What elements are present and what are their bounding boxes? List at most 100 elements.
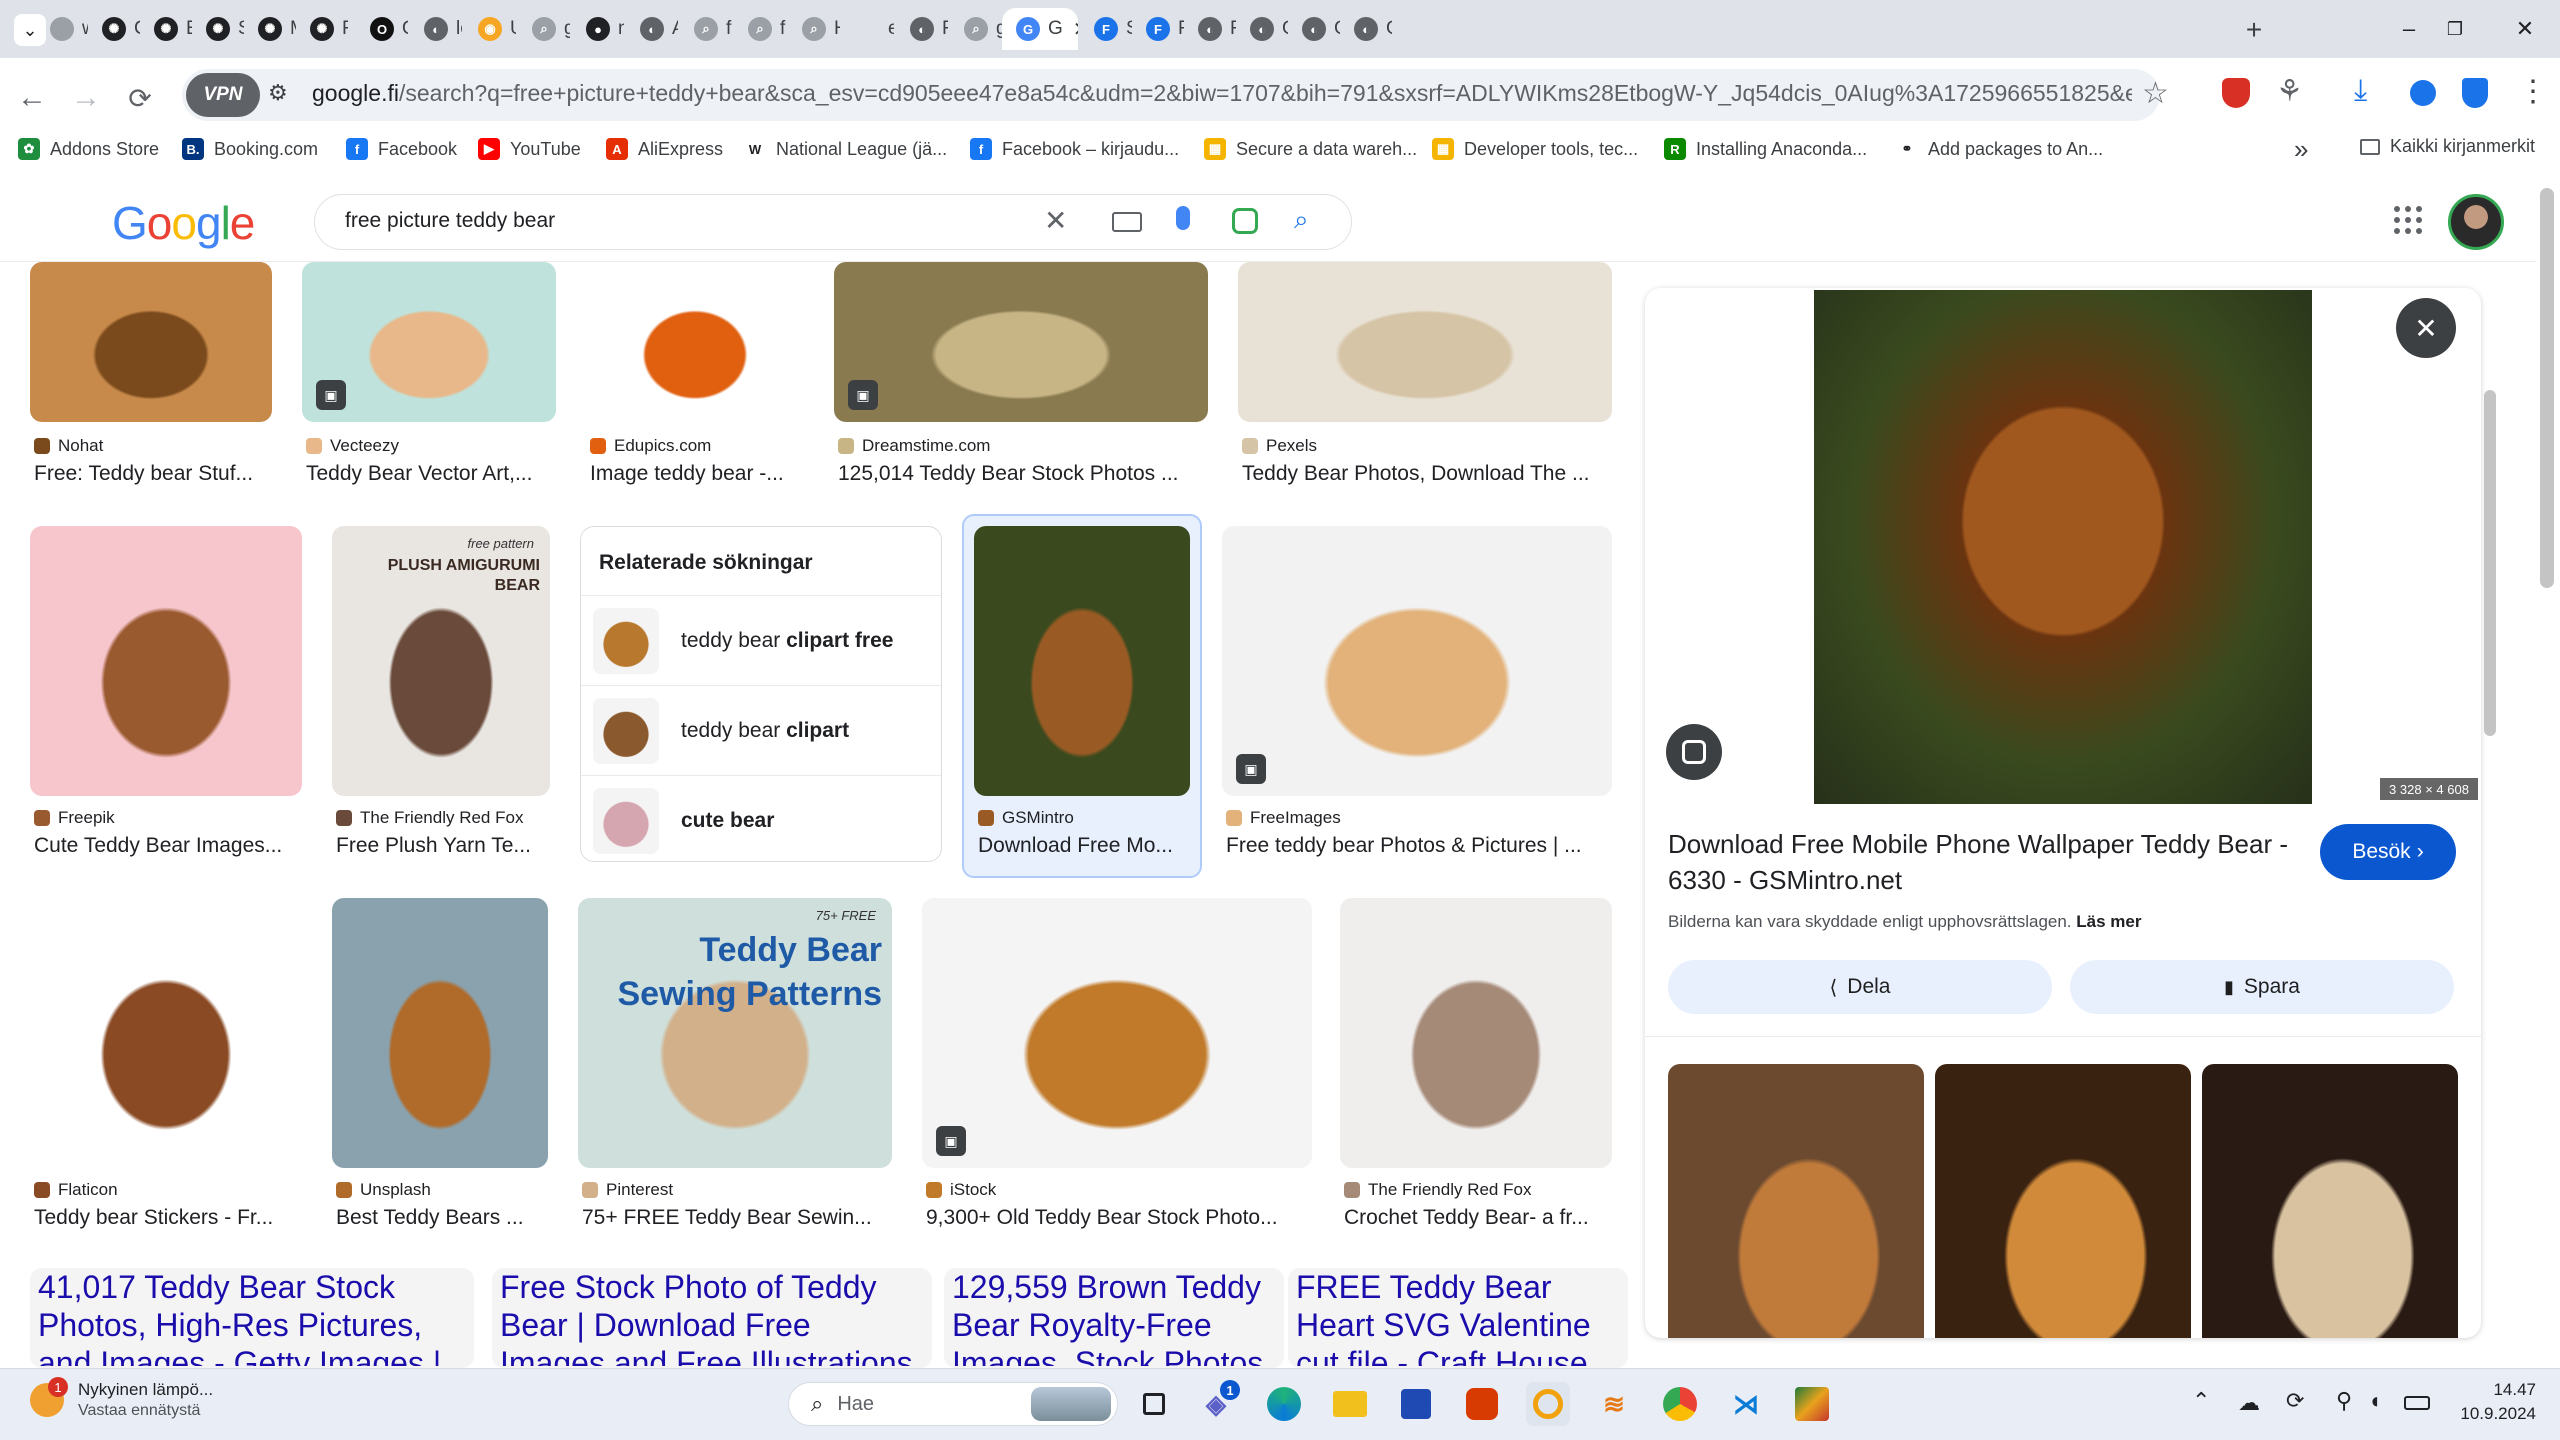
site-info-icon[interactable]: ⚙ [268, 80, 288, 106]
store-icon[interactable] [1394, 1382, 1438, 1426]
share-button[interactable]: ⟨ Dela [1668, 960, 2052, 1014]
tab[interactable]: ◐ lo [410, 8, 462, 50]
volume-icon[interactable]: ◖ [2368, 1388, 2381, 1414]
bookmark-item[interactable]: B. Booking.com [182, 136, 318, 162]
tab[interactable]: en [842, 8, 894, 50]
broken-image-alt-text[interactable]: 41,017 Teddy Bear Stock Photos, High-Res… [38, 1268, 462, 1366]
edge-icon[interactable] [1262, 1382, 1306, 1426]
tab[interactable]: ⌕ flc [680, 8, 732, 50]
result-title[interactable]: Teddy Bear Vector Art,... [306, 462, 554, 486]
extensions-icon[interactable]: ⚘ [2276, 74, 2303, 109]
task-view-icon[interactable] [1132, 1382, 1176, 1426]
related-search-item[interactable]: teddy bear clipart free [581, 595, 941, 685]
result-title[interactable]: Teddy bear Stickers - Fr... [34, 1206, 300, 1230]
tab[interactable]: O Ol [356, 8, 408, 50]
tab[interactable]: ⌕gc [950, 8, 1002, 50]
tab[interactable]: ◐Gi [1236, 8, 1288, 50]
result-title[interactable]: Free teddy bear Photos & Pictures | ... [1226, 834, 1610, 858]
vscode-icon[interactable]: ⋊ [1724, 1382, 1768, 1426]
tab[interactable]: ● ne [572, 8, 624, 50]
related-image-thumbnail[interactable] [2202, 1064, 2458, 1338]
back-icon[interactable]: ← [12, 78, 52, 118]
tab[interactable]: ◐Gi [1340, 8, 1392, 50]
bookmarks-overflow-icon[interactable]: » [2294, 134, 2308, 165]
lens-search-button[interactable] [1666, 724, 1722, 780]
tab[interactable]: ✺SC [192, 8, 244, 50]
onedrive-icon[interactable]: ☁ [2238, 1390, 2260, 1416]
search-input[interactable]: free picture teddy bear [345, 209, 555, 233]
result-thumbnail[interactable] [30, 526, 302, 796]
result-title[interactable]: Teddy Bear Photos, Download The ... [1242, 462, 1610, 486]
result-thumbnail[interactable] [834, 262, 1208, 422]
broken-image-alt-text[interactable]: 129,559 Brown Teddy Bear Royalty-Free Im… [952, 1268, 1272, 1366]
reload-icon[interactable]: ⟳ [120, 78, 160, 118]
learn-more-link[interactable]: Läs mer [2076, 912, 2141, 931]
bookmark-item[interactable]: R Installing Anaconda... [1664, 136, 1867, 162]
close-preview-icon[interactable]: ✕ [2396, 298, 2456, 358]
tray-overflow-icon[interactable]: ⌃ [2192, 1388, 2210, 1414]
new-tab-button[interactable]: + [2236, 12, 2272, 48]
orange-app-icon[interactable]: ≋ [1592, 1382, 1636, 1426]
keyboard-icon[interactable] [1112, 212, 1142, 232]
tab[interactable]: ✺Cł [88, 8, 140, 50]
result-title[interactable]: Free: Teddy bear Stuf... [34, 462, 270, 486]
file-explorer-icon[interactable] [1328, 1382, 1372, 1426]
minimize-icon[interactable]: – [2386, 12, 2432, 46]
bookmark-item[interactable]: ▦ Secure a data wareh... [1204, 136, 1417, 162]
visit-button[interactable]: Besök › [2320, 824, 2456, 880]
result-thumbnail[interactable] [922, 898, 1312, 1168]
all-bookmarks[interactable]: Kaikki kirjanmerkit [2360, 136, 2535, 157]
close-tab-icon[interactable]: ✕ [1073, 17, 1078, 42]
bookmark-item[interactable]: ⚭ Add packages to An... [1896, 136, 2103, 162]
bookmark-item[interactable]: W National League (jä... [744, 136, 947, 162]
apps-icon[interactable] [2394, 206, 2422, 234]
preview-image[interactable] [1814, 290, 2312, 804]
tab[interactable]: ⌕ H. [788, 8, 840, 50]
result-thumbnail[interactable] [30, 898, 302, 1168]
bookmark-item[interactable]: ▶ YouTube [478, 136, 581, 162]
avatar[interactable] [2448, 194, 2504, 250]
result-title[interactable]: Cute Teddy Bear Images... [34, 834, 300, 858]
tab[interactable]: ◐Fr [1184, 8, 1236, 50]
weather-widget[interactable]: 1 Nykyinen lämpö... Vastaa ennätystä [30, 1377, 213, 1420]
result-title[interactable]: Best Teddy Bears ... [336, 1206, 546, 1230]
result-thumbnail[interactable] [332, 898, 548, 1168]
save-button[interactable]: ▮ Spara [2070, 960, 2454, 1014]
password-shield-icon[interactable] [2462, 78, 2488, 108]
browser-menu-icon[interactable]: ⋮ [2518, 74, 2548, 109]
broken-image-alt-text[interactable]: FREE Teddy Bear Heart SVG Valentine cut … [1296, 1268, 1616, 1366]
clock[interactable]: 14.47 10.9.2024 [2460, 1380, 2536, 1424]
page-scrollbar[interactable] [2540, 188, 2554, 588]
panel-scrollbar[interactable] [2484, 390, 2496, 736]
tab[interactable]: GG ✕ [1002, 8, 1078, 50]
tab[interactable]: ⌕ gi [518, 8, 570, 50]
close-window-icon[interactable]: ✕ [2502, 12, 2548, 46]
tab[interactable]: ⌕ flc [734, 8, 786, 50]
downloads-icon[interactable]: ⤓ [2354, 74, 2367, 108]
result-title[interactable]: 9,300+ Old Teddy Bear Stock Photo... [926, 1206, 1310, 1230]
chat-icon[interactable]: ◈ 1 [1194, 1380, 1240, 1426]
result-title[interactable]: Crochet Teddy Bear- a fr... [1344, 1206, 1610, 1230]
tab[interactable]: FSt [1080, 8, 1132, 50]
result-title[interactable]: Image teddy bear -... [590, 462, 802, 486]
tab[interactable]: ✺Ex [140, 8, 192, 50]
tab[interactable]: ✺M [244, 8, 296, 50]
chrome-icon[interactable] [1658, 1382, 1702, 1426]
search-icon[interactable]: ⌕ [1294, 204, 1309, 236]
vpn-browser-icon[interactable] [1526, 1382, 1570, 1426]
bookmark-star-icon[interactable]: ☆ [2142, 76, 2169, 111]
result-title[interactable]: Free Plush Yarn Te... [336, 834, 548, 858]
result-thumbnail[interactable] [974, 526, 1190, 796]
result-thumbnail[interactable]: free pattern PLUSH AMIGURUMI BEAR [332, 526, 550, 796]
related-search-item[interactable]: cute bear [581, 775, 941, 865]
forward-icon[interactable]: → [66, 78, 106, 118]
vpn-button[interactable]: VPN [186, 73, 260, 117]
result-thumbnail[interactable] [1222, 526, 1612, 796]
result-thumbnail[interactable]: 75+ FREE Teddy Bear Sewing Patterns [578, 898, 892, 1168]
bookmark-item[interactable]: f Facebook [346, 136, 457, 162]
bookmark-item[interactable]: ✿ Addons Store [18, 136, 159, 162]
tab[interactable]: wi [36, 8, 88, 50]
result-thumbnail[interactable] [586, 262, 804, 422]
result-title[interactable]: 125,014 Teddy Bear Stock Photos ... [838, 462, 1206, 486]
related-search-item[interactable]: teddy bear clipart [581, 685, 941, 775]
